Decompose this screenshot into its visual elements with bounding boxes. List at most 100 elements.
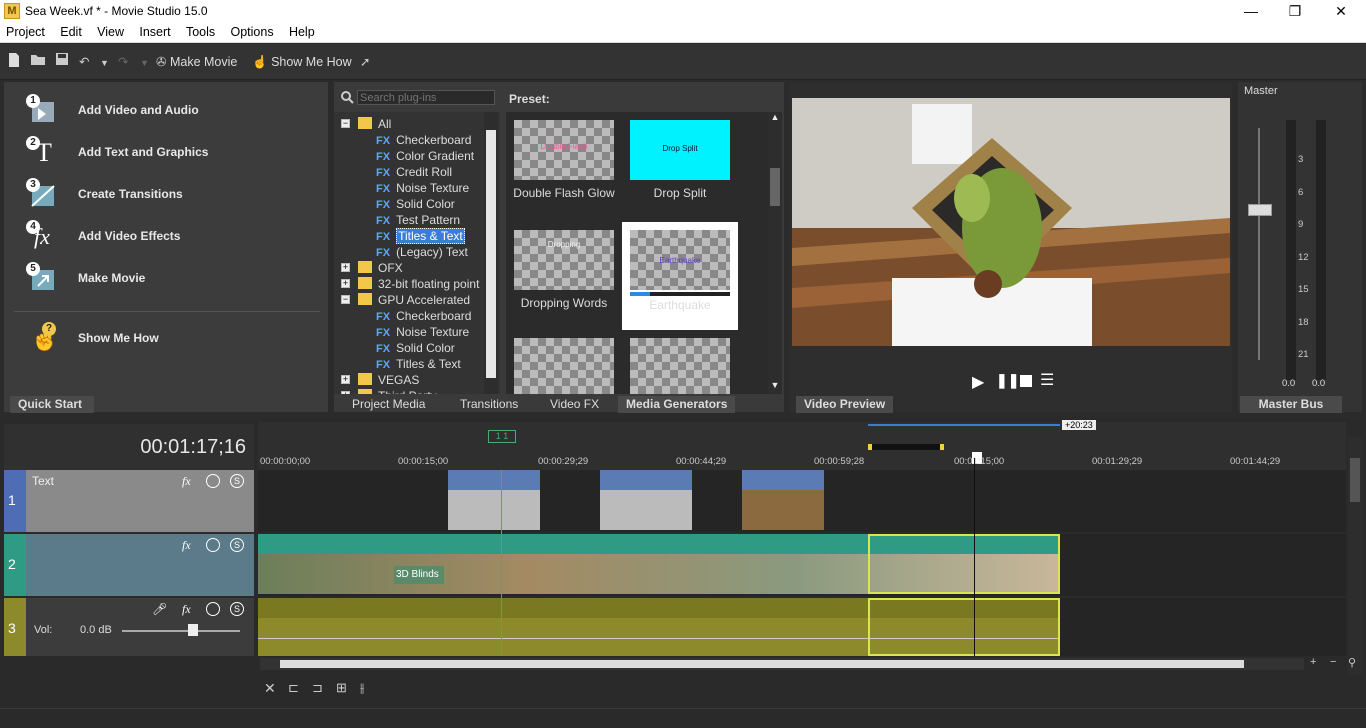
expand-icon[interactable]: + bbox=[341, 391, 350, 394]
search-input[interactable] bbox=[357, 90, 495, 105]
tree-folder[interactable]: + Third Party bbox=[334, 388, 437, 394]
tree-plugin-item[interactable]: FX Titles & Text bbox=[376, 356, 461, 372]
expand-icon[interactable]: + bbox=[341, 263, 350, 272]
tree-folder[interactable]: − All bbox=[334, 116, 391, 132]
zoom-in-icon[interactable]: + bbox=[1310, 656, 1316, 668]
split-icon[interactable]: ⊞ bbox=[336, 680, 347, 696]
add-text-graphics-item[interactable]: T 2 Add Text and Graphics bbox=[24, 136, 324, 170]
help-pointer-icon[interactable]: ➚ bbox=[360, 52, 376, 72]
solo-icon[interactable]: S bbox=[230, 538, 244, 552]
show-me-how-button[interactable]: ☝ Show Me How bbox=[252, 52, 352, 72]
tree-plugin-item[interactable]: FX Solid Color bbox=[376, 340, 455, 356]
tab-media-generators[interactable]: Media Generators bbox=[618, 396, 736, 413]
undo-dropdown-icon[interactable]: ▼ bbox=[100, 52, 110, 72]
loop-region[interactable] bbox=[868, 424, 1060, 426]
menu-lines-icon[interactable]: ☰ bbox=[1040, 370, 1054, 390]
make-movie-item[interactable]: 5 Make Movie bbox=[24, 262, 324, 296]
zoom-out-icon[interactable]: − bbox=[1330, 656, 1336, 668]
preset-scrollbar[interactable]: ▲ ▼ bbox=[768, 112, 782, 394]
volume-slider-thumb[interactable] bbox=[188, 624, 198, 636]
tree-plugin-item[interactable]: FX Titles & Text bbox=[376, 228, 465, 244]
tree-plugin-item[interactable]: FX Solid Color bbox=[376, 196, 455, 212]
maximize-button[interactable]: ❐ bbox=[1272, 0, 1318, 22]
new-icon[interactable] bbox=[8, 52, 22, 72]
tree-folder[interactable]: − GPU Accelerated bbox=[334, 292, 470, 308]
text-clip[interactable] bbox=[600, 470, 692, 530]
tree-folder[interactable]: + OFX bbox=[334, 260, 403, 276]
preset-item[interactable] bbox=[622, 338, 738, 394]
ripple-icon[interactable]: ⫲ bbox=[360, 680, 364, 696]
mute-icon[interactable] bbox=[206, 474, 220, 488]
mute-icon[interactable] bbox=[206, 538, 220, 552]
save-icon[interactable] bbox=[55, 52, 71, 72]
tab-quick-start[interactable]: Quick Start bbox=[10, 396, 94, 413]
marker-badge[interactable]: 1 1 bbox=[488, 430, 516, 443]
tree-plugin-item[interactable]: FX Noise Texture bbox=[376, 324, 469, 340]
tree-folder[interactable]: + VEGAS bbox=[334, 372, 419, 388]
timeline-hscrollbar[interactable] bbox=[260, 658, 1304, 670]
delete-icon[interactable]: ✕ bbox=[264, 680, 276, 697]
create-transitions-item[interactable]: 3 Create Transitions bbox=[24, 178, 324, 212]
redo-icon[interactable]: ↷ bbox=[118, 52, 134, 72]
stop-button[interactable] bbox=[1020, 375, 1032, 387]
tree-plugin-item[interactable]: FX Test Pattern bbox=[376, 212, 460, 228]
menu-view[interactable]: View bbox=[91, 22, 130, 42]
selected-clip[interactable] bbox=[868, 534, 1060, 594]
text-clip[interactable] bbox=[448, 470, 540, 530]
master-fader[interactable] bbox=[1248, 204, 1272, 216]
menu-options[interactable]: Options bbox=[225, 22, 280, 42]
solo-icon[interactable]: S bbox=[230, 474, 244, 488]
tree-plugin-item[interactable]: FX Credit Roll bbox=[376, 164, 452, 180]
track-header-video[interactable]: 2 fx S bbox=[4, 534, 254, 596]
tree-plugin-item[interactable]: FX Color Gradient bbox=[376, 148, 474, 164]
track-fx-icon[interactable]: fx bbox=[182, 538, 191, 553]
minimize-button[interactable]: — bbox=[1228, 0, 1274, 22]
make-movie-button[interactable]: ✇ Make Movie bbox=[156, 52, 237, 72]
preset-drop-split[interactable]: Drop Split Drop Split bbox=[622, 120, 738, 200]
tab-transitions[interactable]: Transitions bbox=[452, 396, 526, 413]
menu-help[interactable]: Help bbox=[283, 22, 321, 42]
menu-edit[interactable]: Edit bbox=[54, 22, 88, 42]
menu-tools[interactable]: Tools bbox=[180, 22, 221, 42]
tab-video-fx[interactable]: Video FX bbox=[542, 396, 607, 413]
expand-icon[interactable]: + bbox=[341, 375, 350, 384]
add-video-effects-item[interactable]: fx 4 Add Video Effects bbox=[24, 220, 324, 254]
microphone-icon[interactable]: 🎤︎ bbox=[152, 602, 167, 616]
solo-icon[interactable]: S bbox=[230, 602, 244, 616]
redo-dropdown-icon[interactable]: ▼ bbox=[140, 52, 150, 72]
text-clip[interactable] bbox=[742, 470, 824, 530]
preset-double-flash-glow[interactable]: Double Flash Double Flash Glow bbox=[506, 120, 622, 200]
trim-start-icon[interactable]: ⊏ bbox=[288, 680, 299, 696]
tree-plugin-item[interactable]: FX Noise Texture bbox=[376, 180, 469, 196]
zoom-search-icon[interactable]: ⚲ bbox=[1348, 656, 1356, 669]
selection-region[interactable] bbox=[868, 444, 944, 450]
open-folder-icon[interactable] bbox=[30, 52, 46, 72]
preset-earthquake[interactable]: Earthquake Earthquake bbox=[622, 222, 738, 330]
track-fx-icon[interactable]: fx bbox=[182, 474, 191, 489]
volume-slider[interactable] bbox=[122, 630, 240, 632]
preset-dropping-words[interactable]: Dropping Dropping Words bbox=[506, 230, 622, 310]
close-button[interactable]: ✕ bbox=[1318, 0, 1364, 22]
timeline-vscrollbar[interactable] bbox=[1348, 438, 1362, 674]
tree-scrollbar[interactable] bbox=[484, 112, 498, 394]
track-header-text[interactable]: 1 Text fx S bbox=[4, 470, 254, 532]
undo-icon[interactable]: ↶ bbox=[79, 52, 95, 72]
pause-button[interactable]: ❚❚ bbox=[996, 372, 1019, 389]
trim-end-icon[interactable]: ⊐ bbox=[312, 680, 323, 696]
play-button[interactable]: ▶ bbox=[972, 372, 984, 392]
selected-audio-clip[interactable] bbox=[868, 598, 1060, 656]
transition-label[interactable]: 3D Blinds bbox=[394, 566, 444, 584]
time-ruler[interactable]: +20:23 1 1 00:00:00;00 00:00:15;00 00:00… bbox=[258, 420, 1346, 470]
mute-icon[interactable] bbox=[206, 602, 220, 616]
tab-project-media[interactable]: Project Media bbox=[344, 396, 433, 413]
expand-icon[interactable]: + bbox=[341, 279, 350, 288]
tree-folder[interactable]: +32-bit floating point bbox=[334, 276, 479, 292]
track-header-audio[interactable]: 3 🎤︎ fx S Vol: 0.0 dB bbox=[4, 598, 254, 656]
tab-video-preview[interactable]: Video Preview bbox=[796, 396, 894, 413]
tab-master-bus[interactable]: Master Bus bbox=[1240, 396, 1342, 413]
collapse-icon[interactable]: − bbox=[341, 119, 350, 128]
show-me-how-item[interactable]: ☝? Show Me How bbox=[24, 322, 324, 356]
add-video-audio-item[interactable]: 1 Add Video and Audio bbox=[24, 94, 324, 128]
preset-item[interactable] bbox=[506, 338, 622, 394]
tree-plugin-item[interactable]: FX (Legacy) Text bbox=[376, 244, 468, 260]
